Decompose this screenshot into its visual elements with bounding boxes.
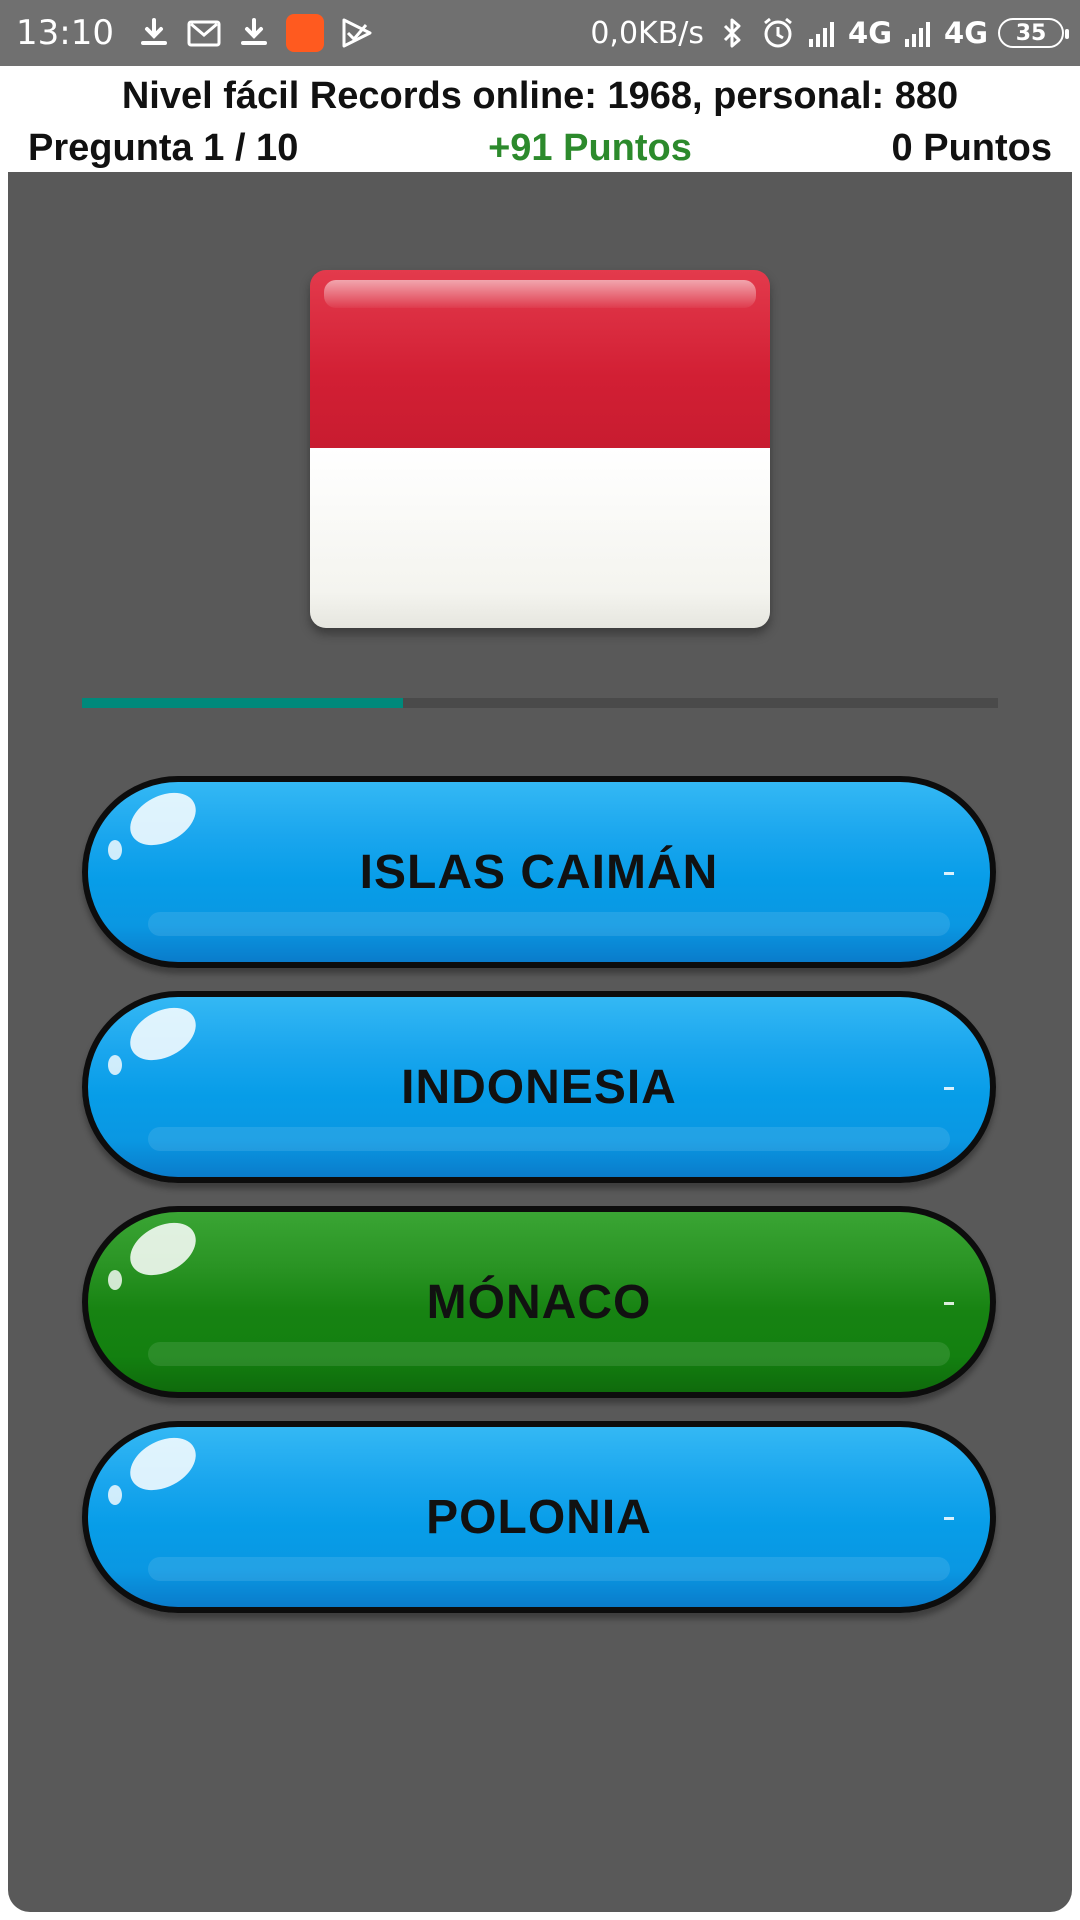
button-shine [108,1485,122,1505]
network-type-1: 4G [848,16,893,50]
button-shine [108,840,122,860]
answer-button-3[interactable]: MÓNACO [82,1206,996,1398]
battery-level: 35 [1015,20,1047,46]
records-text: Nivel fácil Records online: 1968, person… [121,75,959,117]
app-icon [285,14,324,52]
network-type-2: 4G [944,16,988,50]
answer-button-1[interactable]: ISLAS CAIMÁN [82,776,996,968]
button-band [148,1127,950,1151]
timer-progress-fill [82,698,403,708]
status-time: 13:10 [16,13,114,53]
button-shine [108,1055,122,1075]
button-shine [108,1270,122,1290]
network-speed: 0,0KB/s [590,15,705,51]
answer-label: ISLAS CAIMÁN [359,845,719,899]
button-highlight [944,1087,954,1090]
button-highlight [944,872,954,875]
answer-label: MÓNACO [426,1275,652,1329]
download-icon [140,18,167,45]
download-icon [240,18,267,45]
flag-gloss [324,280,756,308]
button-highlight [944,1517,954,1520]
button-shine [121,782,205,856]
timer-progress-bar [82,698,998,708]
button-shine [121,1212,205,1286]
total-points: 0 Puntos [891,127,1052,169]
play-store-icon [342,18,372,48]
flag-white-stripe [310,448,770,628]
signal-icon [905,22,931,47]
button-shine [121,1427,205,1501]
battery-icon: 35 [998,18,1069,48]
button-band [148,912,950,936]
game-panel: ISLAS CAIMÁN INDONESIA MÓNACO POLONIA [8,172,1072,1912]
system-icons: 0,0KB/s 4G 4G 35 [590,15,1069,51]
answer-label: POLONIA [426,1490,652,1544]
button-highlight [944,1302,954,1305]
country-flag [310,270,770,628]
answer-label: INDONESIA [401,1060,677,1114]
button-shine [121,997,205,1071]
alarm-icon [764,17,792,48]
score-line: Pregunta 1 / 10 +91 Puntos 0 Puntos [0,122,1080,174]
gmail-icon [187,20,221,47]
button-band [148,1342,950,1366]
answer-button-4[interactable]: POLONIA [82,1421,996,1613]
signal-icon [809,22,835,47]
answer-button-2[interactable]: INDONESIA [82,991,996,1183]
bluetooth-icon [723,18,741,48]
status-bar: 13:10 0,0KB/s 4G 4G 35 [0,0,1080,66]
button-band [148,1557,950,1581]
notification-icons [136,14,374,52]
